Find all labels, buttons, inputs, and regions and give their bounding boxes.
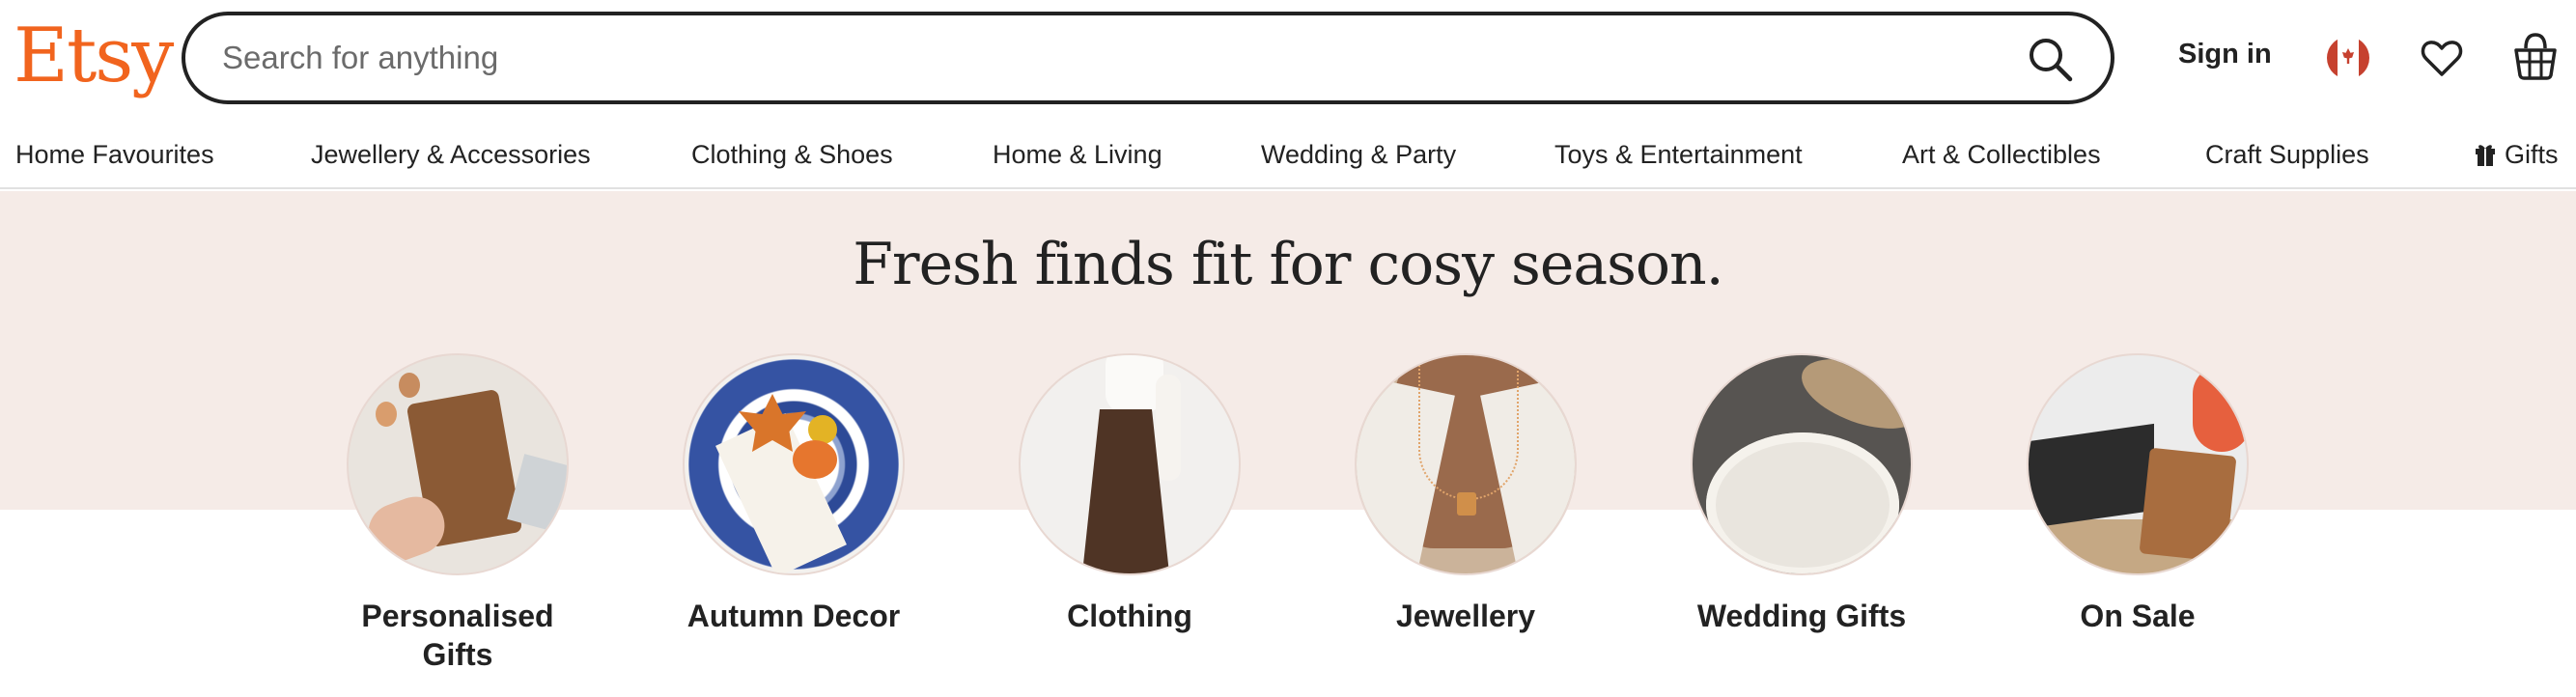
category-label[interactable]: On Sale: [1993, 597, 2282, 635]
sign-in-link[interactable]: Sign in: [2178, 39, 2272, 70]
category-image[interactable]: [2027, 353, 2249, 575]
nav-jewellery-accessories[interactable]: Jewellery & Accessories: [311, 137, 591, 172]
nav-clothing-shoes[interactable]: Clothing & Shoes: [691, 137, 893, 172]
search-bar[interactable]: [182, 12, 2114, 104]
heart-icon[interactable]: [2419, 35, 2465, 81]
header: Etsy Sign in: [0, 0, 2576, 118]
nav-wedding-party[interactable]: Wedding & Party: [1261, 137, 1456, 172]
category-label[interactable]: Autumn Decor: [649, 597, 938, 635]
hero-headline: Fresh finds fit for cosy season.: [853, 231, 1724, 298]
etsy-logo[interactable]: Etsy: [14, 8, 174, 104]
nav-art-collectibles[interactable]: Art & Collectibles: [1902, 137, 2101, 172]
category-image[interactable]: [347, 353, 569, 575]
search-icon[interactable]: [2026, 35, 2074, 83]
nav-craft-supplies[interactable]: Craft Supplies: [2205, 137, 2369, 172]
category-image[interactable]: [683, 353, 905, 575]
category-image[interactable]: [1355, 353, 1577, 575]
category-label[interactable]: Wedding Gifts: [1657, 597, 1946, 635]
canada-flag-icon[interactable]: [2327, 37, 2369, 79]
category-label[interactable]: Personalised Gifts: [313, 597, 602, 674]
category-image[interactable]: [1691, 353, 1913, 575]
nav-gifts-label: Gifts: [2505, 140, 2559, 169]
nav-home-living[interactable]: Home & Living: [993, 137, 1162, 172]
category-autumn-decor[interactable]: Autumn Decor: [649, 353, 938, 635]
category-personalised-gifts[interactable]: Personalised Gifts: [313, 353, 602, 674]
category-wedding-gifts[interactable]: Wedding Gifts: [1657, 353, 1946, 635]
nav-gifts[interactable]: Gifts: [2474, 137, 2559, 172]
category-nav: Home Favourites Jewellery & Accessories …: [0, 125, 2576, 189]
category-jewellery[interactable]: Jewellery: [1321, 353, 1610, 635]
nav-home-favourites[interactable]: Home Favourites: [15, 137, 214, 172]
category-image[interactable]: [1019, 353, 1241, 575]
basket-icon[interactable]: [2512, 29, 2559, 81]
nav-toys-entertainment[interactable]: Toys & Entertainment: [1554, 137, 1803, 172]
gift-icon: [2476, 145, 2495, 166]
search-input[interactable]: [222, 15, 2018, 100]
category-on-sale[interactable]: On Sale: [1993, 353, 2282, 635]
category-label[interactable]: Clothing: [985, 597, 1274, 635]
category-clothing[interactable]: Clothing: [985, 353, 1274, 635]
category-label[interactable]: Jewellery: [1321, 597, 1610, 635]
